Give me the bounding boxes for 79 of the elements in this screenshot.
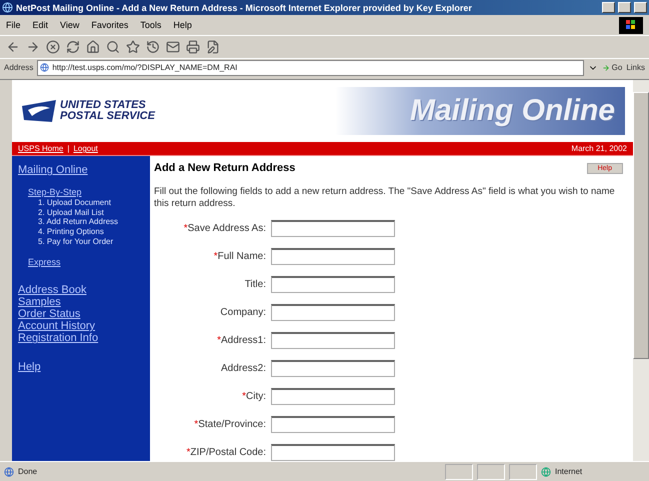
field-label: Company:: [219, 307, 266, 318]
go-arrow-icon: [602, 64, 610, 72]
menu-item[interactable]: View: [60, 20, 80, 30]
date-text: March 21, 2002: [571, 144, 627, 154]
forward-arrow-icon[interactable]: [26, 40, 40, 54]
menu-item[interactable]: Tools: [140, 20, 162, 30]
status-pane: [445, 464, 473, 480]
step-item: 4. Printing Options: [38, 227, 104, 237]
field-label: Title:: [244, 279, 266, 290]
stop-icon[interactable]: [46, 40, 60, 54]
printer-icon[interactable]: [186, 40, 200, 54]
input-field[interactable]: [271, 220, 395, 237]
window-title: NetPost Mailing Online - Add a New Return Address - Microsoft Internet Explorer provided by Key Explorer: [16, 2, 473, 12]
close-button[interactable]: [634, 2, 647, 13]
field-label: *ZIP/Postal Code:: [186, 447, 266, 458]
sidebar-link[interactable]: Samples: [18, 296, 61, 308]
field-label: *Save Address As:: [182, 223, 266, 234]
browser-icon: [2, 2, 13, 13]
sidebar-link[interactable]: Mailing Online: [18, 164, 88, 176]
globe-icon: [541, 466, 551, 476]
menu-item[interactable]: Edit: [32, 20, 48, 30]
scrollbar[interactable]: [633, 80, 649, 461]
input-field[interactable]: [271, 276, 395, 293]
step-item: 1. Upload Document: [38, 198, 111, 208]
logo-text: UNITED STATES: [60, 100, 147, 111]
address-field[interactable]: http://test.usps.com/mo/?DISPLAY_NAME=DM_RAI: [37, 60, 584, 76]
address-label: Address: [4, 63, 34, 72]
page-icon: [40, 63, 50, 72]
input-field[interactable]: [271, 416, 395, 433]
field-label: *City:: [241, 391, 266, 402]
zone-text: Internet: [555, 467, 584, 476]
eagle-logo: [22, 100, 56, 122]
separator: |: [67, 144, 70, 154]
sidebar-link[interactable]: Account History: [18, 320, 96, 332]
step-item: 5. Pay for Your Order: [38, 236, 114, 246]
page-icon: [4, 466, 14, 476]
menu-item[interactable]: File: [6, 20, 21, 30]
step-item: 3. Add Return Address: [38, 217, 118, 228]
links-button[interactable]: Links: [626, 63, 645, 72]
nav-link[interactable]: Logout: [73, 144, 98, 154]
history-icon[interactable]: [146, 40, 160, 54]
input-field[interactable]: [271, 360, 395, 377]
banner: Mailing Online: [335, 86, 625, 135]
nav-link[interactable]: USPS Home: [18, 144, 64, 154]
minimize-button[interactable]: [602, 2, 615, 13]
go-text: Go: [612, 63, 622, 72]
star-icon[interactable]: [126, 40, 140, 54]
status-pane: [477, 464, 505, 480]
input-field[interactable]: [271, 248, 395, 265]
step-item: 2. Upload Mail List: [38, 208, 104, 218]
refresh-icon[interactable]: [66, 40, 80, 54]
mail-icon[interactable]: [166, 40, 180, 54]
input-field[interactable]: [271, 388, 395, 405]
status-pane: [509, 464, 537, 480]
input-field[interactable]: [271, 304, 395, 321]
sidebar-link[interactable]: Address Book: [18, 284, 86, 296]
field-label: *State/Province:: [193, 419, 266, 430]
input-field[interactable]: [271, 444, 395, 461]
field-label: *Full Name:: [212, 251, 266, 262]
menu-item[interactable]: Help: [173, 20, 192, 30]
input-field[interactable]: [271, 332, 395, 349]
sidebar-link[interactable]: Express: [28, 258, 61, 268]
menu-item[interactable]: Favorites: [91, 20, 128, 30]
sidebar-link[interactable]: Help: [18, 360, 41, 373]
sidebar-link[interactable]: Order Status: [18, 308, 80, 320]
url-text: http://test.usps.com/mo/?DISPLAY_NAME=DM_RAI: [52, 63, 238, 72]
field-label: Address2:: [220, 363, 266, 374]
sidebar-link[interactable]: Registration Info: [18, 332, 98, 345]
search-icon[interactable]: [106, 40, 120, 54]
logo-text: POSTAL SERVICE: [60, 110, 155, 122]
field-label: *Address1:: [216, 335, 266, 346]
home-icon[interactable]: [86, 40, 100, 54]
page-heading: Add a New Return Address: [154, 162, 296, 174]
go-button[interactable]: Go: [602, 63, 622, 72]
sidebar-link[interactable]: Step-By-Step: [28, 188, 82, 198]
intro-text: Fill out the following fields to add a new return address. The "Save Address As" field is what you wish to name this return address.: [154, 186, 616, 210]
status-text: Done: [18, 467, 38, 476]
edit-icon[interactable]: [206, 40, 220, 54]
maximize-button[interactable]: [618, 2, 631, 13]
